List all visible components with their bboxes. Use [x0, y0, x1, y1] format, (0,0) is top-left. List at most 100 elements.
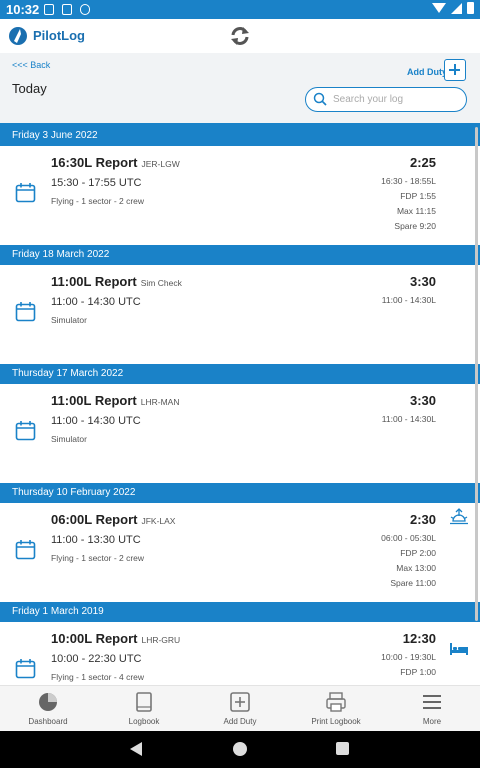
- duty-list-item[interactable]: 11:00L Report Sim Check 11:00 - 14:30 UTC S…: [0, 265, 480, 364]
- nav-more[interactable]: More: [384, 686, 480, 732]
- duty-utc-times: 15:30 - 17:55 UTC: [51, 177, 142, 189]
- duty-route: JFK-LAX: [141, 516, 176, 526]
- nav-dashboard[interactable]: Dashboard: [0, 686, 96, 732]
- duty-detail-line: 10:00 - 19:30L: [381, 652, 436, 662]
- section-date-header: Friday 3 June 2022: [0, 126, 480, 146]
- pilotlog-logo-icon: [9, 27, 27, 45]
- duty-detail-line: FDP 1:55: [400, 191, 436, 201]
- duty-title: 11:00L Report LHR-MAN: [51, 393, 179, 408]
- duty-duration: 3:30: [409, 274, 436, 289]
- duty-description: Simulator: [51, 434, 87, 444]
- duty-detail-line: 11:00 - 14:30L: [381, 295, 436, 305]
- notification-icon: [44, 4, 54, 15]
- duty-report: 11:00L Report: [51, 393, 137, 408]
- system-icons: [432, 2, 474, 14]
- duty-report: 10:00L Report: [51, 631, 138, 646]
- calendar-icon: [15, 540, 36, 560]
- pie-chart-icon: [39, 693, 57, 711]
- duty-utc-times: 11:00 - 14:30 UTC: [51, 415, 141, 427]
- nav-print-logbook-label: Print Logbook: [311, 717, 361, 726]
- duty-route: Sim Check: [140, 278, 182, 288]
- nav-add-duty[interactable]: Add Duty: [192, 686, 288, 732]
- calendar-icon: [15, 421, 36, 441]
- duty-summary: 2:25 16:30 - 18:55L FDP 1:55 Max 11:15 Spare…: [381, 155, 436, 234]
- book-icon: [136, 692, 152, 712]
- duty-description: Flying - 1 sector - 2 crew: [51, 553, 145, 563]
- duty-list-item[interactable]: 10:00L Report LHR-GRU 10:00 - 22:30 UTC Fly…: [0, 622, 480, 685]
- search-icon: [313, 92, 327, 106]
- duty-duration: 2:30: [409, 512, 436, 527]
- nav-add-duty-label: Add Duty: [223, 717, 257, 726]
- duty-summary: 12:30 10:00 - 19:30L FDP 1:00: [381, 631, 436, 680]
- duty-route: LHR-MAN: [140, 397, 180, 407]
- system-recents-button[interactable]: [336, 742, 349, 755]
- duty-detail-line: 16:30 - 18:55L: [381, 176, 436, 186]
- duty-detail-line: 11:00 - 14:30L: [381, 414, 436, 424]
- duty-detail-line: Spare 11:00: [390, 578, 436, 588]
- nav-dashboard-label: Dashboard: [28, 717, 68, 726]
- duty-title: 11:00L Report Sim Check: [51, 274, 182, 289]
- duty-detail-line: Spare 9:20: [394, 221, 436, 231]
- app-name: PilotLog: [33, 28, 85, 43]
- printer-icon: [326, 692, 346, 712]
- system-back-button[interactable]: [130, 742, 142, 756]
- sd-card-icon: [62, 4, 72, 15]
- duty-list-item[interactable]: 11:00L Report LHR-MAN 11:00 - 14:30 UTC Sim…: [0, 384, 480, 483]
- sync-status-icon: [80, 4, 90, 15]
- duty-duration: 2:25: [409, 155, 436, 170]
- system-nav-bar: [0, 731, 480, 768]
- duty-utc-times: 11:00 - 13:30 UTC: [51, 534, 141, 546]
- duty-detail-line: FDP 2:00: [400, 548, 436, 558]
- section-date-header: Friday 18 March 2022: [0, 245, 480, 265]
- search-input[interactable]: [333, 92, 461, 107]
- duty-utc-times: 11:00 - 14:30 UTC: [51, 296, 141, 308]
- sunrise-icon: [450, 508, 468, 525]
- sub-header: <<< Back Today Add Duty: [0, 53, 480, 123]
- search-box[interactable]: [305, 87, 467, 112]
- calendar-icon: [15, 302, 36, 322]
- duty-detail-line: FDP 1:00: [400, 667, 436, 677]
- status-bar: 10:32: [0, 0, 480, 19]
- nav-logbook[interactable]: Logbook: [96, 686, 192, 732]
- duty-route: JER-LGW: [141, 159, 180, 169]
- duty-summary: 2:30 06:00 - 05:30L FDP 2:00 Max 13:00 Spare…: [381, 512, 436, 591]
- section-date-header: Friday 1 March 2019: [0, 602, 480, 622]
- bed-icon: [450, 643, 468, 655]
- menu-icon: [423, 695, 441, 709]
- scrollbar[interactable]: [475, 127, 478, 621]
- duty-report: 16:30L Report: [51, 155, 138, 170]
- duty-title: 10:00L Report LHR-GRU: [51, 631, 180, 646]
- plus-box-icon: [230, 692, 250, 712]
- section-date-header: Thursday 17 March 2022: [0, 364, 480, 384]
- duty-list-item[interactable]: 06:00L Report JFK-LAX 11:00 - 13:30 UTC Fly…: [0, 503, 480, 602]
- back-link[interactable]: <<< Back: [12, 60, 50, 70]
- duty-description: Flying - 1 sector - 2 crew: [51, 196, 145, 206]
- duty-report: 06:00L Report: [51, 512, 138, 527]
- nav-print-logbook[interactable]: Print Logbook: [288, 686, 384, 732]
- section-date-header: Thursday 10 February 2022: [0, 483, 480, 503]
- status-time: 10:32: [6, 2, 40, 17]
- add-duty-button[interactable]: [444, 59, 466, 81]
- signal-icon: [451, 2, 462, 14]
- duty-duration: 12:30: [402, 631, 436, 646]
- sync-icon[interactable]: [228, 24, 252, 48]
- duty-duration: 3:30: [409, 393, 436, 408]
- system-home-button[interactable]: [233, 742, 247, 756]
- calendar-icon: [15, 659, 36, 679]
- calendar-icon: [15, 183, 36, 203]
- bottom-nav: Dashboard Logbook Add Duty Print Logbook…: [0, 685, 480, 731]
- duty-utc-times: 10:00 - 22:30 UTC: [51, 653, 142, 665]
- battery-icon: [467, 2, 474, 14]
- duty-report: 11:00L Report: [51, 274, 137, 289]
- duty-list[interactable]: Friday 3 June 2022 16:30L Report JER-LGW 15…: [0, 123, 480, 685]
- app-bar: PilotLog: [0, 19, 480, 53]
- duty-title: 06:00L Report JFK-LAX: [51, 512, 175, 527]
- duty-summary: 3:30 11:00 - 14:30L: [382, 274, 436, 308]
- duty-list-item[interactable]: 16:30L Report JER-LGW 15:30 - 17:55 UTC Fly…: [0, 146, 480, 245]
- duty-detail-line: Max 13:00: [396, 563, 436, 573]
- wifi-icon: [432, 3, 446, 13]
- duty-title: 16:30L Report JER-LGW: [51, 155, 180, 170]
- add-duty-label[interactable]: Add Duty: [407, 67, 447, 77]
- duty-description: Flying - 1 sector - 4 crew: [51, 672, 145, 682]
- duty-description: Simulator: [51, 315, 87, 325]
